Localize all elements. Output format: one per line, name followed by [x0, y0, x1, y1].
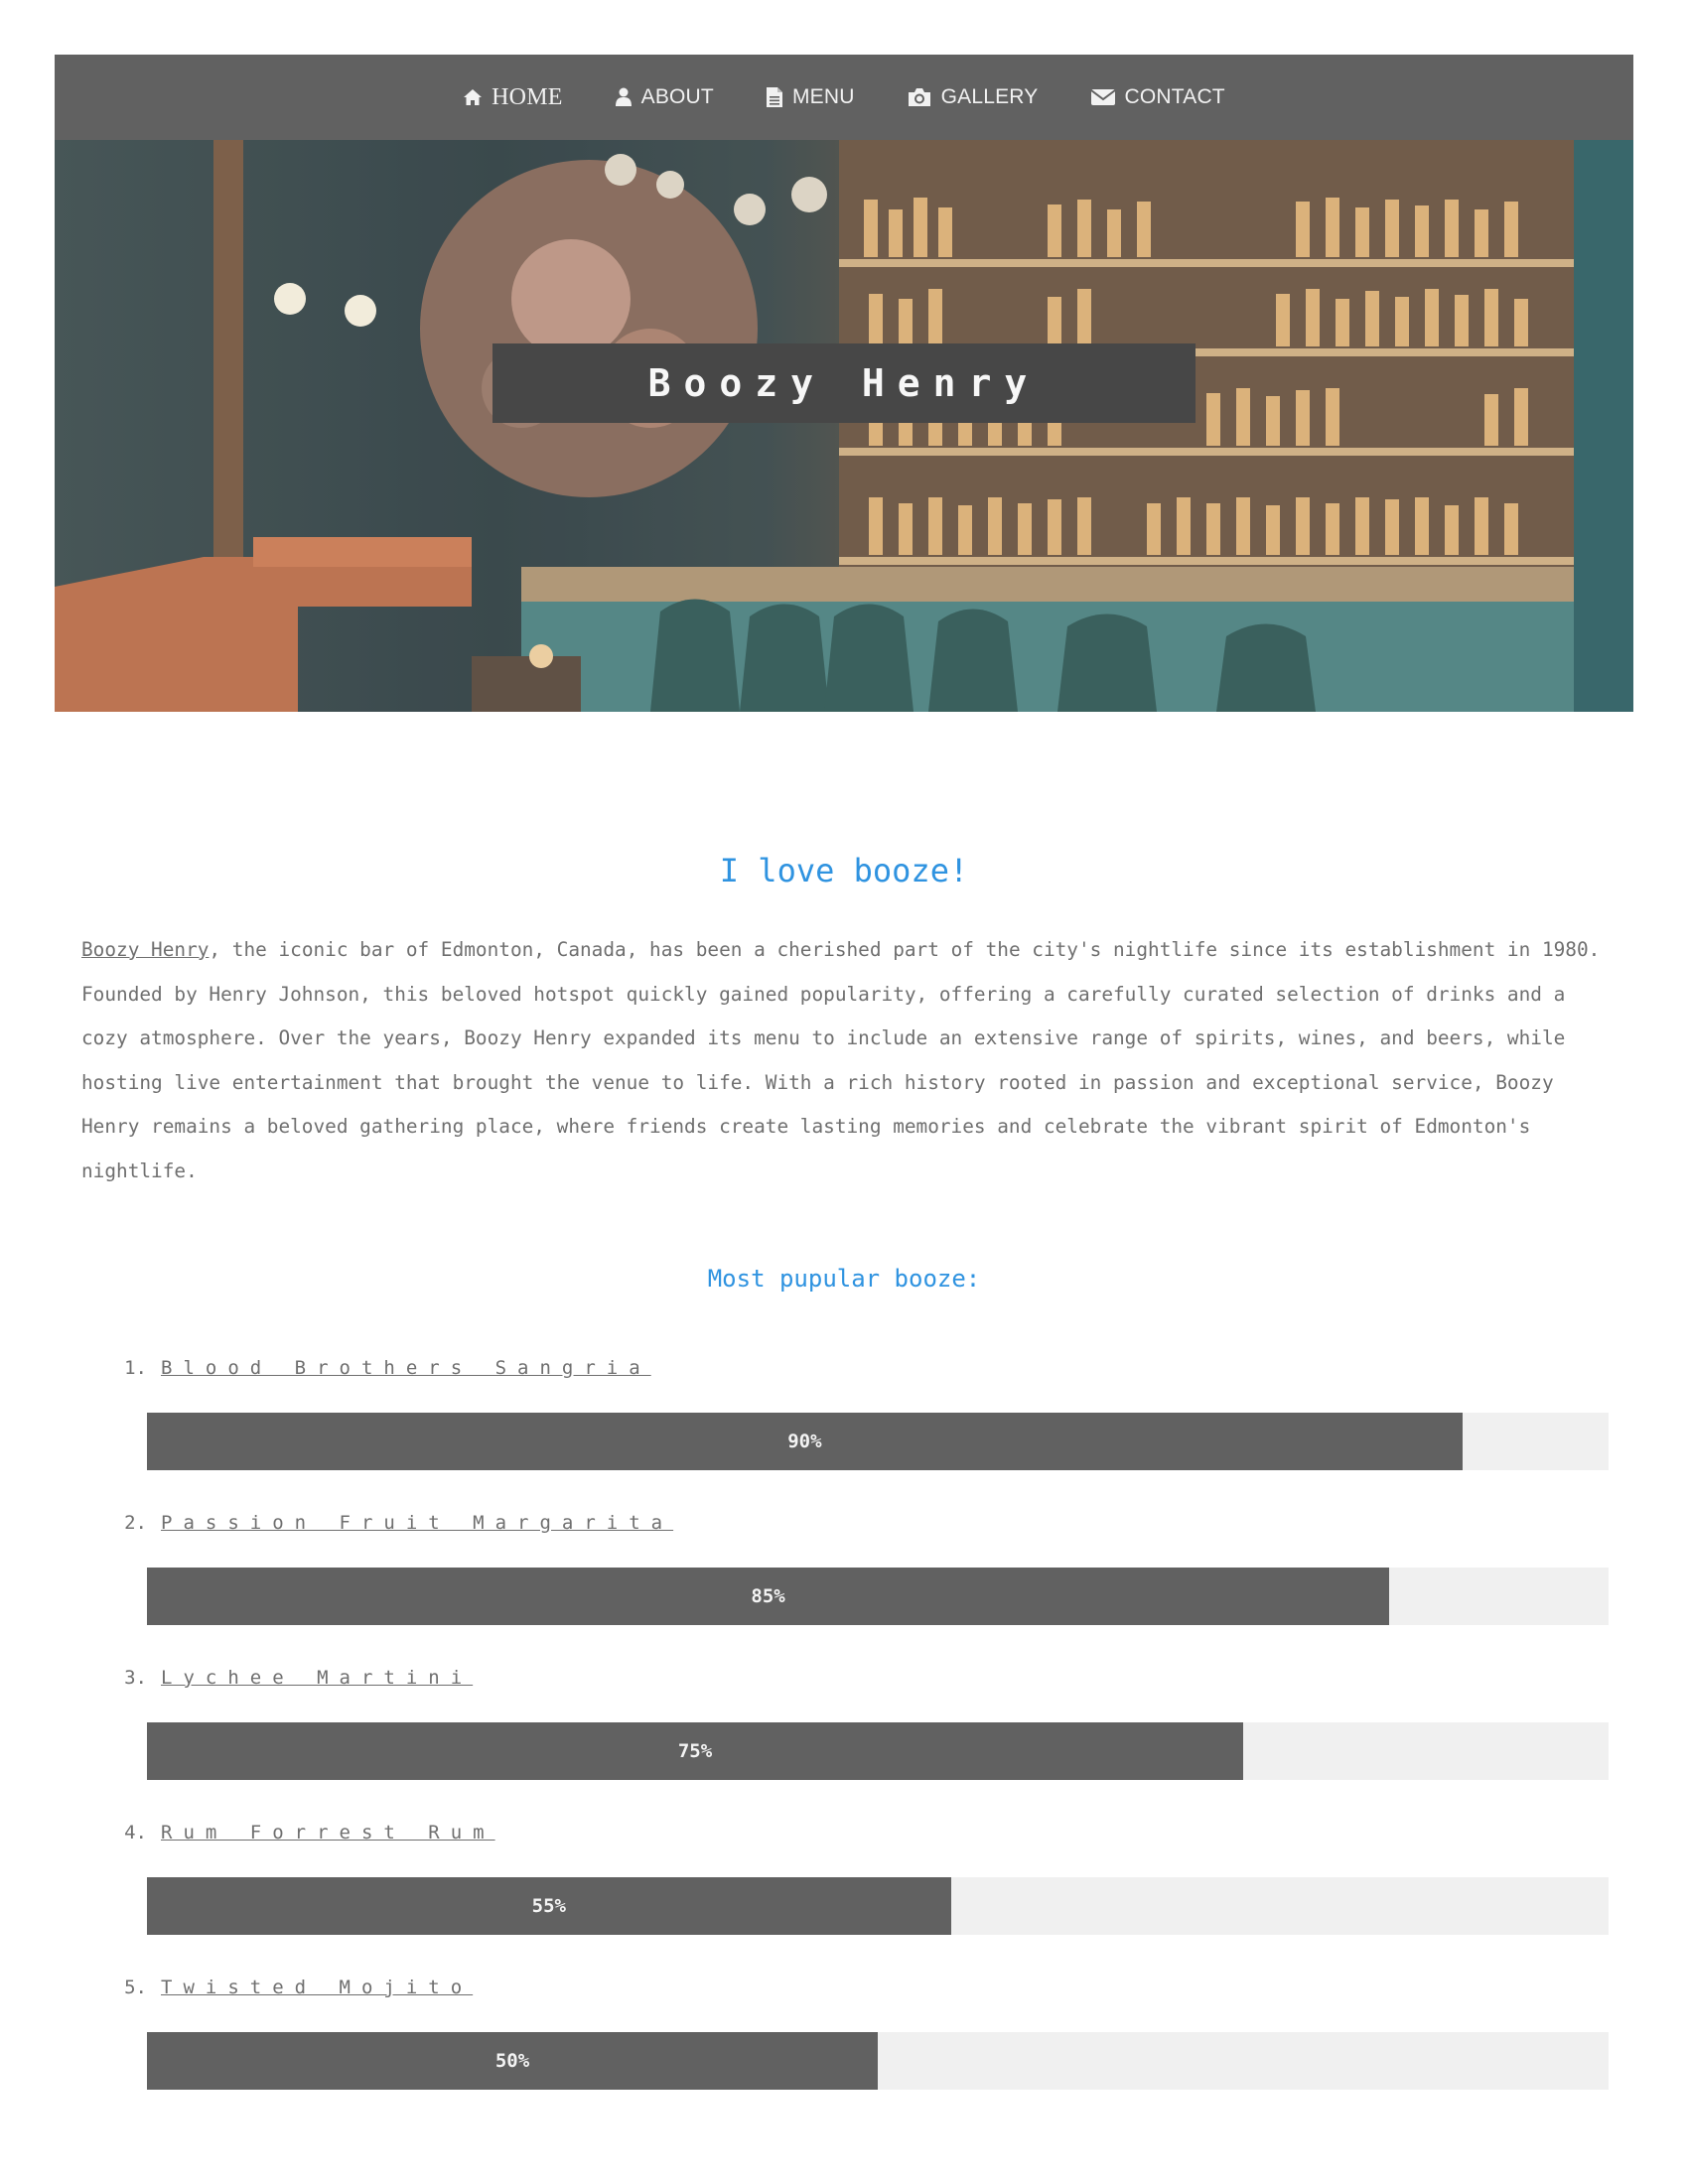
- nav-contact[interactable]: CONTACT: [1089, 85, 1225, 109]
- booze-item-4: 4. Rum Forrest Rum 55%: [81, 1818, 1609, 1935]
- popularity-bar-label: 50%: [494, 2049, 530, 2072]
- nav-gallery[interactable]: GALLERY: [907, 85, 1039, 109]
- booze-item-1: 1. Blood Brothers Sangria 90%: [81, 1353, 1609, 1470]
- intro-link-boozy-henry[interactable]: Boozy Henry: [81, 938, 209, 961]
- booze-number: 3.: [124, 1666, 147, 1689]
- booze-number: 5.: [124, 1976, 147, 1998]
- intro-paragraph: Boozy Henry, the iconic bar of Edmonton,…: [81, 928, 1607, 1194]
- envelope-icon: [1089, 87, 1116, 107]
- nav-contact-label: CONTACT: [1124, 85, 1225, 108]
- popularity-bar-fill: 50%: [147, 2031, 878, 2090]
- top-navigation: HOME ABOUT MENU GALLERY CONTACT: [55, 55, 1633, 140]
- popularity-bar-fill: 75%: [147, 1721, 1243, 1780]
- hero-title: Boozy Henry: [492, 343, 1196, 423]
- popularity-bar-label: 55%: [531, 1894, 566, 1917]
- nav-home-label: HOME: [492, 83, 563, 110]
- popularity-bar-track: 50%: [147, 2031, 1609, 2090]
- popular-booze-heading: Most pupular booze:: [707, 1264, 981, 1293]
- booze-number: 1.: [124, 1356, 147, 1379]
- nav-about[interactable]: ABOUT: [615, 85, 714, 109]
- popularity-bar-fill: 55%: [147, 1876, 951, 1935]
- booze-number: 4.: [124, 1821, 147, 1843]
- popularity-bar-fill: 90%: [147, 1412, 1463, 1470]
- nav-menu-label: MENU: [791, 85, 855, 108]
- booze-name-link[interactable]: Rum Forrest Rum: [161, 1822, 495, 1843]
- user-icon: [615, 87, 633, 107]
- booze-name-link[interactable]: Blood Brothers Sangria: [161, 1357, 651, 1379]
- booze-number: 2.: [124, 1511, 147, 1534]
- popularity-bar-track: 75%: [147, 1721, 1609, 1780]
- popular-booze-list: 1. Blood Brothers Sangria 90% 2. Passion F…: [81, 1353, 1609, 2090]
- hero-overlay: [55, 140, 1633, 712]
- popularity-bar-label: 90%: [787, 1430, 822, 1452]
- popularity-bar-track: 90%: [147, 1412, 1609, 1470]
- popularity-bar-fill: 85%: [147, 1567, 1390, 1625]
- page-heading: I love booze!: [719, 852, 969, 889]
- popularity-bar-label: 85%: [751, 1584, 785, 1607]
- main-content: I love booze! Boozy Henry, the iconic ba…: [55, 851, 1633, 2090]
- page-frame: HOME ABOUT MENU GALLERY CONTACT Boozy He…: [55, 55, 1633, 2127]
- booze-item-2: 2. Passion Fruit Margarita 85%: [81, 1508, 1609, 1625]
- nav-home[interactable]: HOME: [463, 84, 562, 111]
- document-icon: [766, 86, 783, 108]
- camera-icon: [907, 87, 932, 107]
- booze-name-link[interactable]: Twisted Mojito: [161, 1977, 473, 1998]
- nav-about-label: ABOUT: [640, 85, 714, 108]
- nav-gallery-label: GALLERY: [940, 85, 1039, 108]
- booze-item-3: 3. Lychee Martini 75%: [81, 1663, 1609, 1780]
- booze-name-link[interactable]: Passion Fruit Margarita: [161, 1512, 673, 1534]
- popularity-bar-label: 75%: [677, 1739, 713, 1762]
- popularity-bar-track: 55%: [147, 1876, 1609, 1935]
- home-icon: [463, 88, 483, 106]
- popularity-bar-track: 85%: [147, 1567, 1609, 1625]
- booze-item-5: 5. Twisted Mojito 50%: [81, 1973, 1609, 2090]
- hero-banner: Boozy Henry: [55, 140, 1633, 712]
- booze-name-link[interactable]: Lychee Martini: [161, 1667, 473, 1689]
- intro-text: , the iconic bar of Edmonton, Canada, ha…: [81, 938, 1601, 1182]
- nav-menu[interactable]: MENU: [766, 85, 855, 109]
